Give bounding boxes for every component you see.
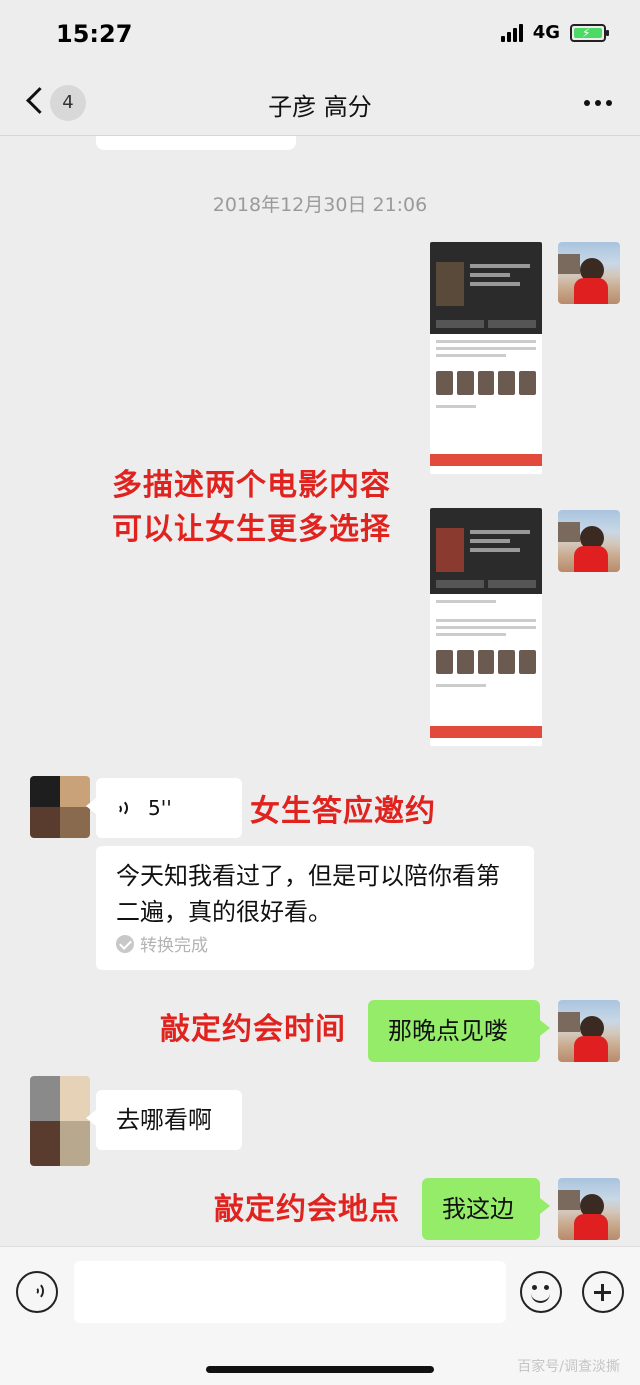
annotation-set-time: 敲定约会时间: [160, 1012, 346, 1047]
status-indicators: 4G ⚡: [500, 22, 609, 43]
add-attachment-icon[interactable]: [582, 1271, 624, 1313]
network-label: 4G: [532, 22, 560, 43]
contact-avatar[interactable]: [30, 776, 90, 838]
previous-message-bubble: [96, 136, 296, 150]
watermark: 百家号/调查淡撕: [517, 1359, 620, 1375]
transcript-status-label: 转换完成: [140, 936, 208, 956]
incoming-message-where[interactable]: 去哪看啊: [86, 1090, 242, 1150]
sent-image-movie-detail-1[interactable]: [430, 242, 542, 474]
voice-input-icon[interactable]: [16, 1271, 58, 1313]
voice-duration: 5'': [148, 796, 172, 820]
voice-transcript: 今天知我看过了，但是可以陪你看第二遍，真的很好看。 转换完成: [96, 846, 534, 970]
emoji-icon[interactable]: [520, 1271, 562, 1313]
signal-icon: [500, 23, 523, 42]
status-bar: 15:27 4G ⚡: [0, 0, 640, 70]
battery-icon: ⚡: [570, 23, 609, 42]
check-icon: [116, 934, 134, 953]
my-avatar[interactable]: [558, 510, 620, 572]
contact-avatar[interactable]: [30, 1076, 90, 1166]
chat-title: 子彦 高分: [268, 93, 372, 121]
chat-header: 4 子彦 高分: [0, 70, 640, 136]
transcript-status: 转换完成: [116, 931, 208, 956]
more-options-icon[interactable]: [584, 100, 612, 106]
voice-message-bubble[interactable]: 5'': [86, 778, 242, 838]
annotation-accepts-invite: 女生答应邀约: [250, 794, 436, 829]
status-time: 15:27: [56, 20, 133, 48]
sent-image-movie-detail-2[interactable]: [430, 508, 542, 746]
annotation-describe-movies: 多描述两个电影内容: [112, 468, 391, 503]
my-avatar[interactable]: [558, 1178, 620, 1240]
message-timestamp: 2018年12月30日 21:06: [212, 194, 428, 216]
home-indicator: [206, 1366, 434, 1373]
annotation-set-place: 敲定约会地点: [214, 1192, 400, 1227]
outgoing-message-place[interactable]: 我这边: [422, 1178, 550, 1240]
voice-wave-icon: [118, 796, 138, 820]
outgoing-message-time[interactable]: 那晚点见喽: [368, 1000, 550, 1062]
message-input[interactable]: [74, 1261, 506, 1323]
my-avatar[interactable]: [558, 1000, 620, 1062]
annotation-more-choice: 可以让女生更多选择: [112, 512, 391, 547]
transcript-text: 今天知我看过了，但是可以陪你看第二遍，真的很好看。: [116, 862, 500, 926]
my-avatar[interactable]: [558, 242, 620, 304]
